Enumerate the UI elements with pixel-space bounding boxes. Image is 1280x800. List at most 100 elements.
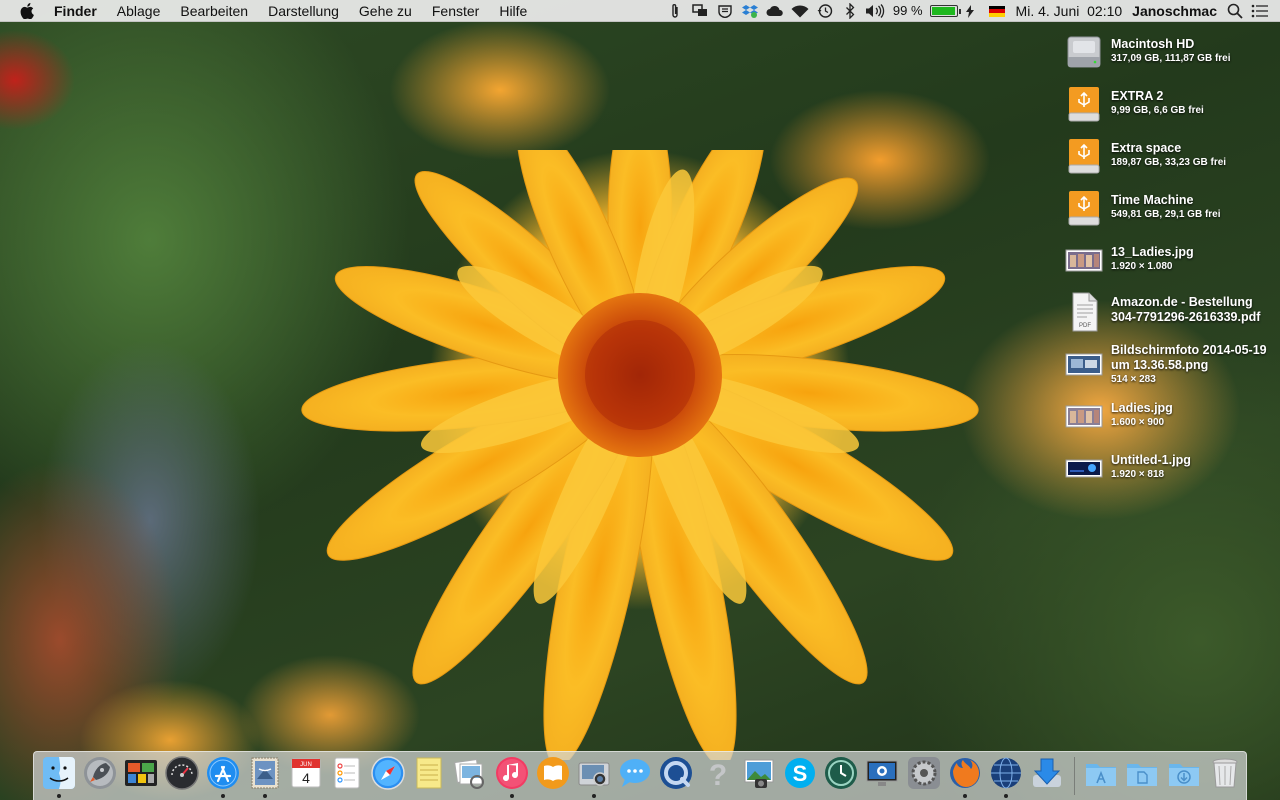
desktop-item-ladies-jpg[interactable]: Ladies.jpg 1.600 × 900: [1064, 396, 1276, 446]
dock-item-notes[interactable]: [409, 755, 450, 797]
ibooks-icon: [536, 757, 569, 789]
desktop-item-name: Untitled-1.jpg: [1111, 453, 1191, 467]
desktop-item-untitled-1-jpg[interactable]: Untitled-1.jpg 1.920 × 818: [1064, 448, 1276, 498]
spotlight-search-icon[interactable]: [1222, 0, 1247, 22]
mission-control-icon: [124, 760, 157, 786]
dock-folder-documents[interactable]: [1122, 755, 1163, 797]
desktop-item-macintosh-hd[interactable]: Macintosh HD 317,09 GB, 111,87 GB frei: [1064, 32, 1276, 82]
dock-folder-downloads[interactable]: [1163, 755, 1204, 797]
desktop-item-info: 1.600 × 900: [1111, 417, 1165, 428]
menu-hilfe[interactable]: Hilfe: [489, 0, 537, 22]
dock-item-downloads-app[interactable]: [1027, 755, 1068, 797]
dock-item-mail[interactable]: [244, 755, 285, 798]
dock-item-messages[interactable]: [615, 755, 656, 797]
dock-item-iphoto[interactable]: [738, 755, 779, 797]
svg-text:?: ?: [708, 759, 726, 791]
gear-icon: [907, 757, 940, 789]
dock-item-preview[interactable]: [450, 755, 491, 797]
dock-item-image-capture[interactable]: [573, 755, 614, 798]
itunes-music-note-icon: [495, 757, 528, 789]
desktop-item-bildschirmfoto-png[interactable]: Bildschirmfoto 2014-05-19 um 13.36.58.pn…: [1064, 342, 1276, 402]
battery-icon[interactable]: [929, 5, 961, 17]
paperclip-icon[interactable]: [663, 0, 688, 22]
calendar-day: 4: [302, 770, 310, 786]
running-indicator: [509, 794, 514, 798]
running-indicator: [1003, 794, 1008, 798]
dock-item-screen-sharing[interactable]: [862, 755, 903, 797]
screen-share-icon[interactable]: [688, 0, 713, 22]
desktop-item-info: 1.920 × 1.080: [1111, 261, 1173, 272]
dock-item-mission-control[interactable]: [120, 755, 161, 797]
dock-item-trash[interactable]: [1204, 755, 1245, 797]
battery-percent[interactable]: 99 %: [888, 0, 928, 22]
wifi-icon[interactable]: [788, 0, 813, 22]
dropbox-icon[interactable]: [738, 0, 763, 22]
app-store-icon: [207, 757, 240, 789]
menu-app-name[interactable]: Finder: [54, 0, 107, 22]
dock-item-help[interactable]: ?: [697, 755, 738, 797]
image-capture-icon: [578, 762, 610, 786]
dock-item-skype[interactable]: S: [779, 755, 820, 797]
dock-item-safari[interactable]: [368, 755, 409, 797]
menu-ablage[interactable]: Ablage: [107, 0, 171, 22]
quicktime-icon: [660, 757, 693, 789]
desktop-item-name: Ladies.jpg: [1111, 401, 1173, 415]
dock-item-firefox[interactable]: [944, 755, 985, 798]
menubar-user-name[interactable]: Janoschmac: [1127, 0, 1222, 22]
running-indicator: [592, 794, 597, 798]
menu-darstellung[interactable]: Darstellung: [258, 0, 349, 22]
screen-sharing-monitor-icon: [866, 760, 898, 786]
skype-icon: S: [784, 758, 815, 788]
desktop-item-name: Extra space: [1111, 141, 1182, 155]
desktop-item-name: 13_Ladies.jpg: [1111, 245, 1194, 259]
hard-drive-icon: [1064, 32, 1104, 72]
dock-item-itunes[interactable]: [491, 755, 532, 798]
dock-item-launchpad[interactable]: [79, 755, 120, 797]
pdf-file-icon: PDF: [1064, 292, 1104, 332]
dock-folder-applications[interactable]: [1081, 755, 1122, 797]
notification-center-icon[interactable]: [1247, 0, 1272, 22]
dock-item-app-store[interactable]: [203, 755, 244, 798]
desktop-item-name-line2: um 13.36.58.png: [1111, 358, 1209, 372]
volume-icon[interactable]: [863, 0, 888, 22]
dock-item-system-preferences[interactable]: [903, 755, 944, 797]
menubar-clock[interactable]: Mi. 4. Juni 02:10: [1011, 0, 1128, 22]
menu-gehe-zu[interactable]: Gehe zu: [349, 0, 422, 22]
dock-item-calendar[interactable]: JUN 4: [285, 755, 326, 797]
dock-item-dashboard[interactable]: [162, 755, 203, 797]
desktop-item-extra-space[interactable]: Extra space 189,87 GB, 33,23 GB frei: [1064, 136, 1276, 186]
question-mark-icon: ?: [708, 759, 726, 791]
desktop-item-info: 514 × 283: [1111, 374, 1156, 385]
dock-item-reminders[interactable]: [326, 755, 367, 797]
svg-text:S: S: [793, 761, 808, 786]
menu-fenster[interactable]: Fenster: [422, 0, 489, 22]
dock-item-network-utility[interactable]: [985, 755, 1026, 798]
dock-item-finder[interactable]: [38, 755, 79, 798]
dock-item-quicktime[interactable]: [656, 755, 697, 797]
shield-icon[interactable]: [713, 0, 738, 22]
dock-separator: [1073, 757, 1075, 795]
desktop-item-amazon-pdf[interactable]: PDF Amazon.de - Bestellung 304-7791296-2…: [1064, 292, 1276, 336]
apple-menu[interactable]: [0, 2, 54, 19]
reminders-list-icon: [334, 757, 360, 789]
globe-icon: [990, 757, 1021, 789]
wallpaper-flower: [301, 150, 979, 760]
dock-item-ibooks[interactable]: [532, 755, 573, 797]
dock-item-time-machine[interactable]: [821, 755, 862, 797]
charging-bolt-icon: [958, 0, 983, 22]
launchpad-rocket-icon: [83, 757, 116, 789]
bluetooth-icon[interactable]: [838, 0, 863, 22]
time-machine-icon[interactable]: [813, 0, 838, 22]
cloud-icon[interactable]: [763, 0, 788, 22]
image-thumbnail-icon: [1064, 396, 1104, 436]
keyboard-layout-flag-icon[interactable]: [988, 5, 1005, 17]
desktop-item-info: 317,09 GB, 111,87 GB frei: [1111, 53, 1231, 64]
finder-icon: [42, 757, 75, 789]
desktop-item-13-ladies-jpg[interactable]: 13_Ladies.jpg 1.920 × 1.080: [1064, 240, 1276, 290]
menu-bearbeiten[interactable]: Bearbeiten: [170, 0, 258, 22]
running-indicator: [262, 794, 267, 798]
battery-level-fill: [931, 7, 956, 15]
firefox-icon: [949, 758, 980, 788]
desktop-item-time-machine[interactable]: Time Machine 549,81 GB, 29,1 GB frei: [1064, 188, 1276, 238]
desktop-item-extra-2[interactable]: EXTRA 2 9,99 GB, 6,6 GB frei: [1064, 84, 1276, 134]
